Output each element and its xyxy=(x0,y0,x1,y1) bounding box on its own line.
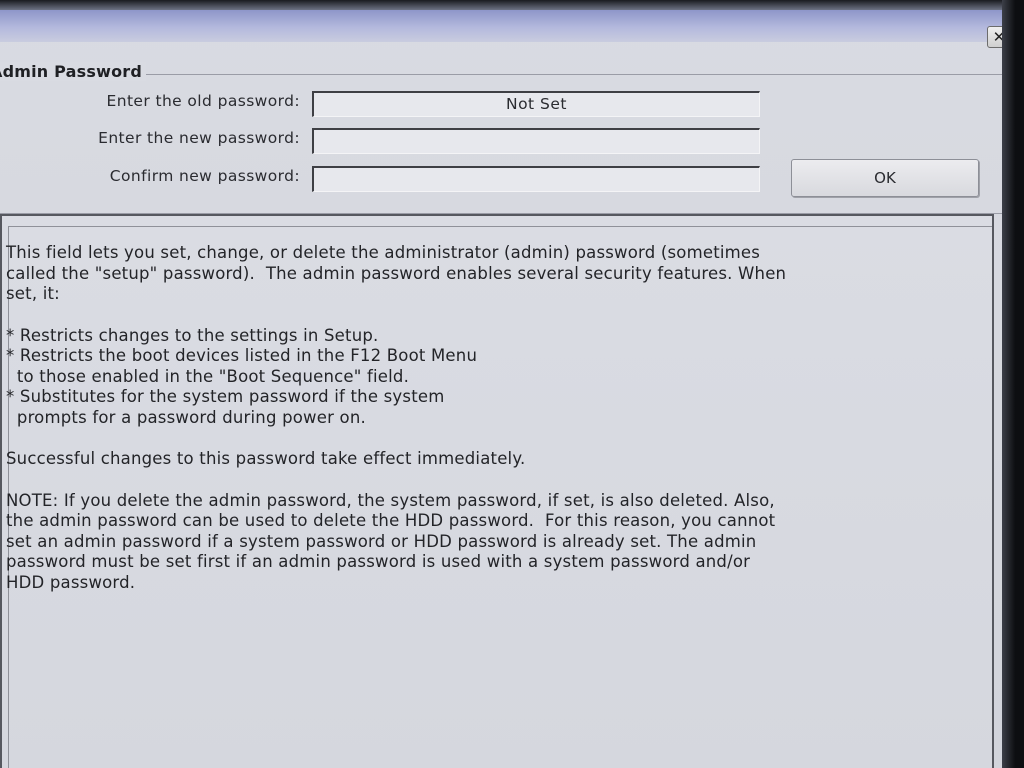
bios-screen: ✕ Admin Password Enter the old password:… xyxy=(0,0,1024,768)
monitor-bezel-top xyxy=(0,0,1024,10)
help-intro: This field lets you set, change, or dele… xyxy=(6,243,787,303)
ok-button[interactable]: OK xyxy=(791,159,979,197)
window-titlebar xyxy=(0,10,1002,42)
new-password-field[interactable] xyxy=(312,128,760,154)
help-note: NOTE: If you delete the admin password, … xyxy=(6,490,776,592)
help-success: Successful changes to this password take… xyxy=(6,449,526,468)
group-title: Admin Password xyxy=(0,62,147,81)
confirm-password-label: Confirm new password: xyxy=(109,167,300,185)
old-password-label: Enter the old password: xyxy=(106,92,300,110)
help-text: This field lets you set, change, or dele… xyxy=(6,243,986,593)
monitor-bezel-right xyxy=(1002,0,1024,768)
old-password-field[interactable]: Not Set xyxy=(312,91,760,117)
help-panel-inner-border-top xyxy=(8,226,992,227)
confirm-password-field[interactable] xyxy=(312,166,760,192)
new-password-label: Enter the new password: xyxy=(98,129,300,147)
help-bullets: * Restricts changes to the settings in S… xyxy=(6,325,478,427)
